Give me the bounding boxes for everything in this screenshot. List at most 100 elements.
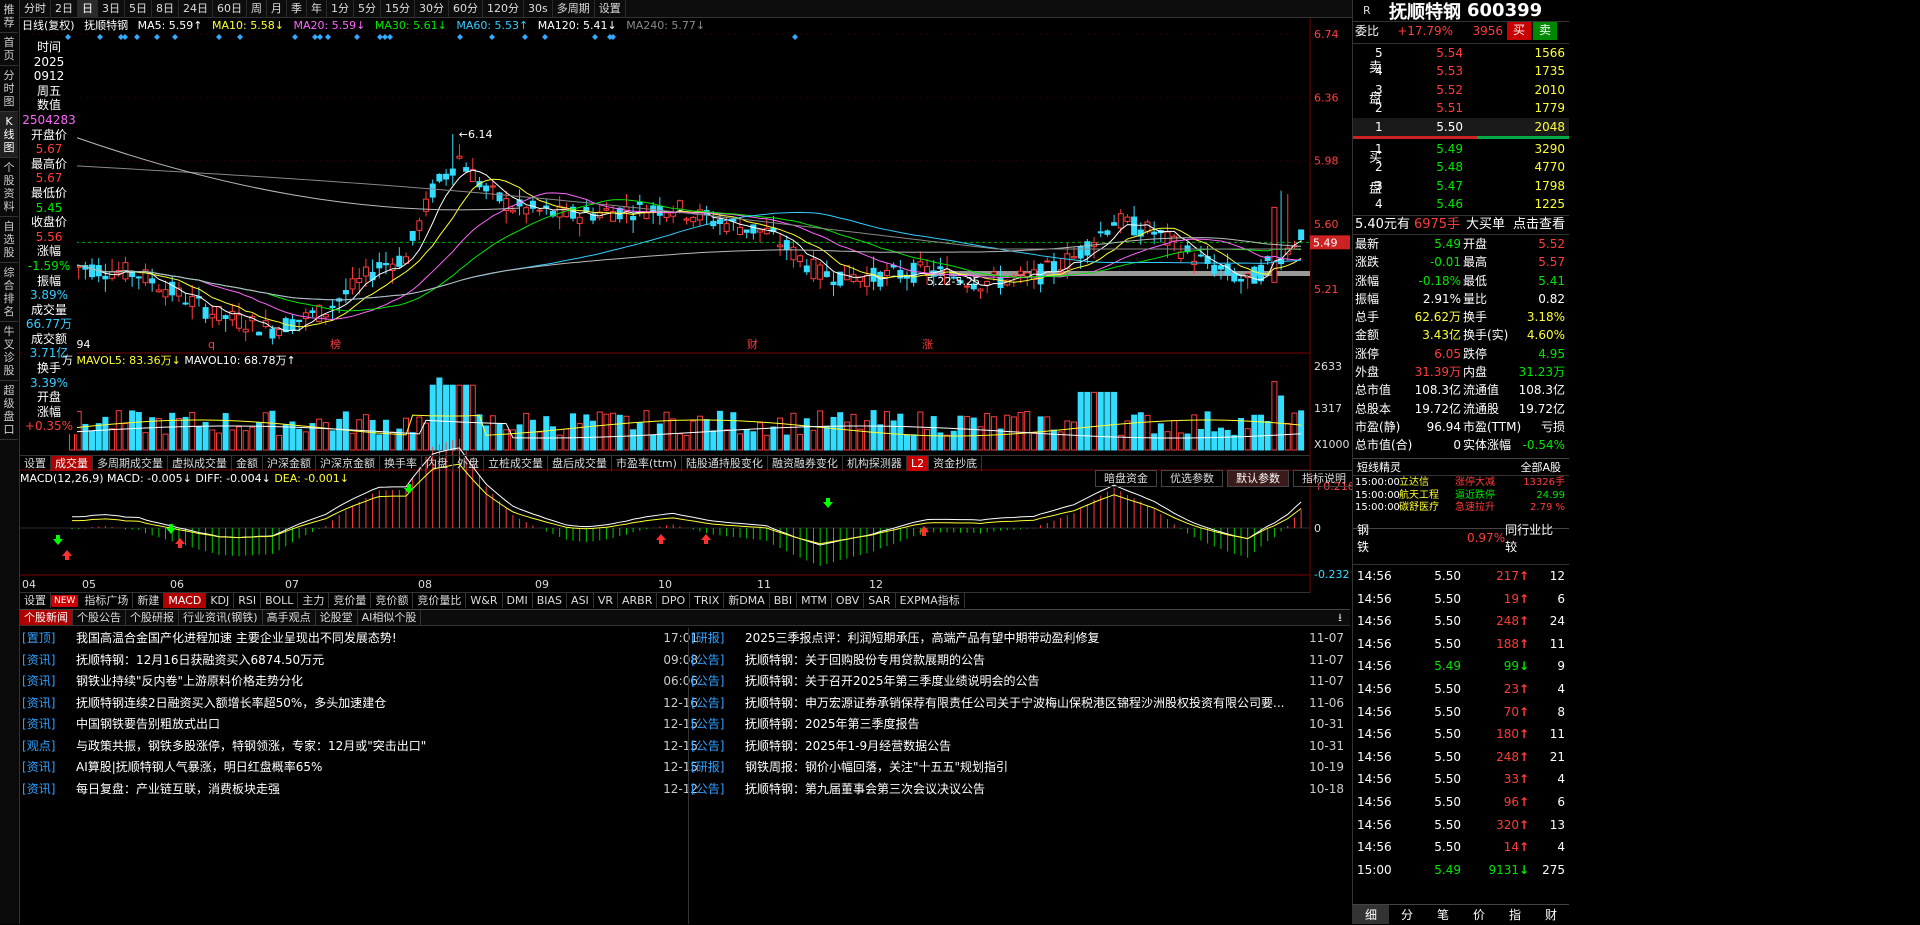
ind-tab-15[interactable]: ASI bbox=[567, 593, 594, 608]
ind-tab-21[interactable]: BBI bbox=[770, 593, 798, 608]
period-11[interactable]: 年 bbox=[307, 0, 327, 18]
vol-tab-13[interactable]: 陆股通持股变化 bbox=[682, 456, 768, 471]
macd-btn-0[interactable]: 暗盘资金 bbox=[1095, 470, 1157, 487]
news-title[interactable]: 抚顺特钢：12月16日获融资买入6874.50万元 bbox=[76, 650, 648, 672]
vol-tab-8[interactable]: 内盘 bbox=[422, 456, 453, 471]
news-title[interactable]: 抚顺特钢：关于召开2025年第三季度业绩说明会的公告 bbox=[745, 671, 1294, 693]
ind-tab-0[interactable]: 设置 bbox=[20, 593, 51, 608]
vol-tab-9[interactable]: 外盘 bbox=[453, 456, 484, 471]
vol-tab-10[interactable]: 立桩成交量 bbox=[484, 456, 548, 471]
news-item[interactable]: [研报] 2025三季报点评：利润短期承压，高端产品有望中期带动盈利修复 11-07 bbox=[689, 628, 1348, 650]
ask-price[interactable]: 5.52 bbox=[1383, 81, 1463, 99]
news-item[interactable]: [公告] 抚顺特钢：第九届董事会第三次会议决议公告 10-18 bbox=[689, 779, 1348, 801]
news-tab-3[interactable]: 行业资讯(钢铁) bbox=[179, 610, 263, 625]
period-17[interactable]: 120分 bbox=[483, 0, 524, 18]
period-8[interactable]: 周 bbox=[247, 0, 267, 18]
ind-tab-20[interactable]: 新DMA bbox=[724, 593, 770, 608]
macd-btn-2[interactable]: 默认参数 bbox=[1227, 470, 1289, 487]
news-title[interactable]: AI算股|抚顺特钢人气暴涨，明日红盘概率65% bbox=[76, 757, 648, 779]
news-title[interactable]: 中国钢铁要告别粗放式出口 bbox=[76, 714, 648, 736]
news-tab-2[interactable]: 个股研报 bbox=[126, 610, 179, 625]
ind-tab-3[interactable]: 新建 bbox=[133, 593, 165, 608]
news-item[interactable]: [资讯] AI算股|抚顺特钢人气暴涨，明日红盘概率65% 12-15 bbox=[20, 757, 702, 779]
ind-tab-9[interactable]: 竞价量 bbox=[329, 593, 372, 608]
vol-tab-5[interactable]: 沪深金额 bbox=[263, 456, 316, 471]
left-tab-3[interactable]: K线图 bbox=[0, 112, 18, 158]
news-title[interactable]: 抚顺特钢：第九届董事会第三次会议决议公告 bbox=[745, 779, 1294, 801]
news-tab-0[interactable]: 个股新闻 bbox=[20, 610, 73, 625]
left-tab-8[interactable]: 超级盘口 bbox=[0, 381, 18, 440]
download-icon[interactable]: ⭳ bbox=[1338, 610, 1342, 626]
period-4[interactable]: 5日 bbox=[125, 0, 152, 18]
left-tab-4[interactable]: 个股资料 bbox=[0, 158, 18, 217]
left-tab-6[interactable]: 综合排名 bbox=[0, 263, 18, 322]
news-title[interactable]: 我国高温合金国产化进程加速 主要企业呈现出不同发展态势! bbox=[76, 628, 648, 650]
ind-tab-25[interactable]: EXPMA指标 bbox=[896, 593, 965, 608]
period-12[interactable]: 1分 bbox=[327, 0, 354, 18]
bottom-tab-1[interactable]: 分 bbox=[1389, 905, 1425, 924]
left-tab-5[interactable]: 自选股 bbox=[0, 217, 18, 263]
vol-tab-3[interactable]: 虚拟成交量 bbox=[168, 456, 232, 471]
period-19[interactable]: 多周期 bbox=[553, 0, 595, 18]
news-title[interactable]: 抚顺特钢：关于回购股份专用贷款展期的公告 bbox=[745, 650, 1294, 672]
bid-price[interactable]: 5.46 bbox=[1383, 195, 1463, 213]
vol-tab-0[interactable]: 设置 bbox=[20, 456, 51, 471]
left-tab-0[interactable]: 推荐 bbox=[0, 0, 18, 33]
short-line-item[interactable]: 15:00:00 立达信 涨停大减 13326手 bbox=[1353, 477, 1569, 490]
news-item[interactable]: [资讯] 抚顺特钢连续2日融资买入额增长率超50%，多头加速建仓 12-16 bbox=[20, 693, 702, 715]
left-tab-2[interactable]: 分时图 bbox=[0, 66, 18, 112]
big-order-row[interactable]: 5.40元有 6975手 大买单 点击查看 bbox=[1353, 215, 1569, 233]
vol-tab-11[interactable]: 盘后成交量 bbox=[548, 456, 612, 471]
short-line-item[interactable]: 15:00:00 碳舒医疗 急速拉升 2.79 % bbox=[1353, 502, 1569, 515]
vol-tab-4[interactable]: 金额 bbox=[232, 456, 263, 471]
short-line-filter[interactable]: 全部A股 bbox=[1520, 459, 1569, 475]
vol-tab-7[interactable]: 换手率 bbox=[380, 456, 422, 471]
ind-tab-4[interactable]: MACD bbox=[164, 593, 207, 608]
news-item[interactable]: [研报] 钢铁周报：钢价小幅回落，关注"十五五"规划指引 10-19 bbox=[689, 757, 1348, 779]
bottom-tab-0[interactable]: 细 bbox=[1353, 905, 1389, 924]
news-title[interactable]: 与政策共振，钢铁多股涨停，特钢领涨，专家：12月或"突击出口" bbox=[76, 736, 648, 758]
period-14[interactable]: 15分 bbox=[381, 0, 415, 18]
news-item[interactable]: [公告] 抚顺特钢：2025年1-9月经营数据公告 10-31 bbox=[689, 736, 1348, 758]
period-7[interactable]: 60日 bbox=[213, 0, 247, 18]
ind-tab-22[interactable]: MTM bbox=[797, 593, 832, 608]
news-item[interactable]: [公告] 抚顺特钢：关于召开2025年第三季度业绩说明会的公告 11-07 bbox=[689, 671, 1348, 693]
period-3[interactable]: 3日 bbox=[98, 0, 125, 18]
news-tab-4[interactable]: 高手观点 bbox=[263, 610, 316, 625]
news-tab-1[interactable]: 个股公告 bbox=[73, 610, 126, 625]
news-item[interactable]: [资讯] 中国钢铁要告别粗放式出口 12-15 bbox=[20, 714, 702, 736]
vol-tab-17[interactable]: 资金抄底 bbox=[929, 456, 983, 471]
ind-tab-11[interactable]: 竞价量比 bbox=[413, 593, 467, 608]
bottom-tab-3[interactable]: 价 bbox=[1461, 905, 1497, 924]
vol-tab-6[interactable]: 沪深京金额 bbox=[316, 456, 380, 471]
ind-tab-24[interactable]: SAR bbox=[864, 593, 896, 608]
news-title[interactable]: 抚顺特钢：2025年第三季度报告 bbox=[745, 714, 1294, 736]
period-10[interactable]: 季 bbox=[287, 0, 307, 18]
ask-price[interactable]: 5.50 bbox=[1383, 118, 1463, 136]
news-tab-5[interactable]: 论股堂 bbox=[316, 610, 358, 625]
ind-tab-17[interactable]: ARBR bbox=[618, 593, 658, 608]
vol-tab-1[interactable]: 成交量 bbox=[51, 456, 93, 471]
ind-tab-7[interactable]: BOLL bbox=[261, 593, 299, 608]
news-title[interactable]: 抚顺特钢：2025年1-9月经营数据公告 bbox=[745, 736, 1294, 758]
vol-tab-15[interactable]: 机构探测器 bbox=[843, 456, 907, 471]
ind-tab-1[interactable]: NEW bbox=[51, 595, 79, 607]
ind-tab-12[interactable]: W&R bbox=[466, 593, 503, 608]
news-title[interactable]: 2025三季报点评：利润短期承压，高端产品有望中期带动盈利修复 bbox=[745, 628, 1294, 650]
ask-price[interactable]: 5.51 bbox=[1383, 99, 1463, 117]
ask-price[interactable]: 5.53 bbox=[1383, 62, 1463, 80]
period-13[interactable]: 5分 bbox=[354, 0, 381, 18]
vol-tab-2[interactable]: 多周期成交量 bbox=[93, 456, 168, 471]
period-18[interactable]: 30s bbox=[524, 0, 553, 18]
vol-tab-16[interactable]: L2 bbox=[906, 456, 930, 471]
ind-tab-14[interactable]: BIAS bbox=[533, 593, 568, 608]
ind-tab-6[interactable]: RSI bbox=[234, 593, 262, 608]
bottom-tab-2[interactable]: 笔 bbox=[1425, 905, 1461, 924]
news-item[interactable]: [公告] 抚顺特钢：2025年第三季度报告 10-31 bbox=[689, 714, 1348, 736]
ind-tab-2[interactable]: 指标广场 bbox=[80, 593, 134, 608]
period-1[interactable]: 2日 bbox=[51, 0, 78, 18]
ind-tab-19[interactable]: TRIX bbox=[690, 593, 725, 608]
period-6[interactable]: 24日 bbox=[179, 0, 213, 18]
news-title[interactable]: 钢铁周报：钢价小幅回落，关注"十五五"规划指引 bbox=[745, 757, 1294, 779]
left-tab-1[interactable]: 首页 bbox=[0, 33, 18, 66]
